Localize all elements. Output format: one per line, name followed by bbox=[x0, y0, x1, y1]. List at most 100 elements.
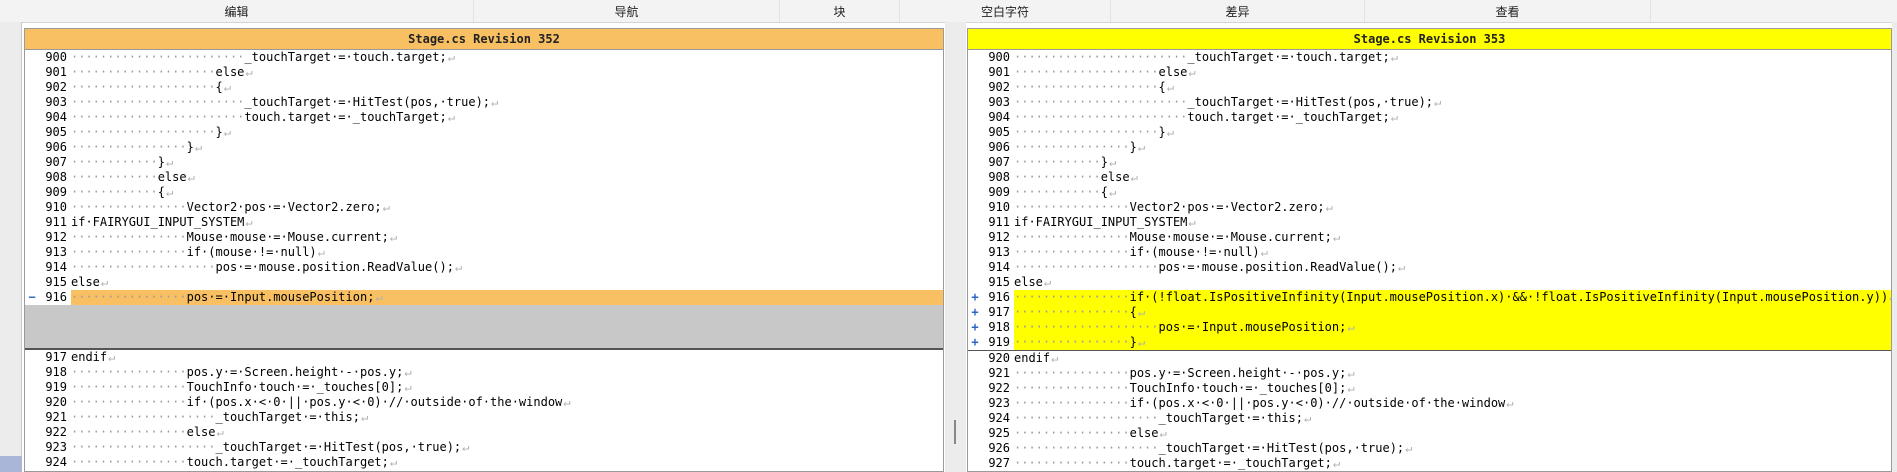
menu-navigate[interactable]: 导航 bbox=[474, 0, 780, 22]
right-code-lines[interactable]: 900 ························_touchTarget·… bbox=[968, 50, 1891, 471]
code-line[interactable]: 911 if·FAIRYGUI_INPUT_SYSTEM↵ bbox=[968, 215, 1891, 230]
pane-splitter[interactable] bbox=[945, 22, 966, 472]
right-pane-title: Stage.cs Revision 353 bbox=[968, 29, 1891, 50]
code-text: touch.target·=·_touchTarget; bbox=[244, 110, 447, 124]
code-line[interactable]: 914 ····················pos·=·mouse.posit… bbox=[25, 260, 943, 275]
added-line[interactable]: +917 ················{↵ bbox=[968, 305, 1891, 320]
line-gutter: 922 bbox=[968, 381, 1012, 396]
code-line[interactable]: 909 ············{↵ bbox=[25, 185, 943, 200]
code-line[interactable]: 910 ················Vector2·pos·=·Vector2… bbox=[25, 200, 943, 215]
code-line[interactable]: 906 ················}↵ bbox=[968, 140, 1891, 155]
line-end-icon: ↵ bbox=[1137, 305, 1146, 319]
code-line[interactable]: 913 ················if·(mouse·!=·null)↵ bbox=[25, 245, 943, 260]
code-line[interactable]: 912 ················Mouse·mouse·=·Mouse.c… bbox=[968, 230, 1891, 245]
indent-whitespace: ···················· bbox=[71, 125, 216, 139]
code-line[interactable]: 903 ························_touchTarget·… bbox=[968, 95, 1891, 110]
code-line[interactable]: 912 ················Mouse·mouse·=·Mouse.c… bbox=[25, 230, 943, 245]
menu-edit[interactable]: 编辑 bbox=[0, 0, 474, 22]
line-end-icon: ↵ bbox=[187, 170, 195, 184]
code-text: { bbox=[1129, 305, 1137, 319]
added-line[interactable]: +916 ················if·(!float.IsPositiv… bbox=[968, 290, 1891, 305]
line-number: 917 bbox=[988, 305, 1010, 319]
line-code: ····················else↵ bbox=[71, 65, 943, 80]
line-gutter: 901 bbox=[25, 65, 69, 80]
code-line[interactable]: 910 ················Vector2·pos·=·Vector2… bbox=[968, 200, 1891, 215]
code-line[interactable]: 926 ····················_touchTarget·=·Hi… bbox=[968, 441, 1891, 456]
code-line[interactable]: 907 ············}↵ bbox=[25, 155, 943, 170]
splitter-grip[interactable] bbox=[954, 420, 956, 444]
code-line[interactable]: 922 ················else↵ bbox=[25, 425, 943, 440]
code-line[interactable]: 904 ························touch.target·… bbox=[968, 110, 1891, 125]
line-number: 922 bbox=[988, 381, 1010, 395]
code-line[interactable]: 904 ························touch.target·… bbox=[25, 110, 943, 125]
menu-block[interactable]: 块 bbox=[780, 0, 900, 22]
location-marker[interactable] bbox=[0, 456, 22, 472]
code-line[interactable]: 921 ················pos.y·=·Screen.height… bbox=[968, 366, 1891, 381]
right-scrollbar[interactable] bbox=[1892, 22, 1897, 472]
code-line[interactable]: 902 ····················{↵ bbox=[968, 80, 1891, 95]
code-line[interactable]: 913 ················if·(mouse·!=·null)↵ bbox=[968, 245, 1891, 260]
code-line[interactable]: 921 ····················_touchTarget·=·th… bbox=[25, 410, 943, 425]
code-line[interactable]: 907 ············}↵ bbox=[968, 155, 1891, 170]
indent-whitespace: ················ bbox=[1014, 305, 1130, 319]
code-line[interactable]: 915 else↵ bbox=[25, 275, 943, 290]
code-line[interactable]: 927 ················touch.target·=·_touch… bbox=[968, 456, 1891, 471]
code-line[interactable]: 903 ························_touchTarget·… bbox=[25, 95, 943, 110]
code-line[interactable]: 914 ····················pos·=·mouse.posit… bbox=[968, 260, 1891, 275]
line-code: ············}↵ bbox=[1014, 155, 1891, 170]
code-line[interactable]: 919 ················TouchInfo·touch·=·_to… bbox=[25, 380, 943, 395]
line-code: ························_touchTarget·=·t… bbox=[1014, 50, 1891, 65]
code-line[interactable]: 925 ················else↵ bbox=[968, 426, 1891, 441]
code-line[interactable]: 902 ····················{↵ bbox=[25, 80, 943, 95]
code-line[interactable]: 924 ················touch.target·=·_touch… bbox=[25, 455, 943, 470]
code-line[interactable]: 917 endif↵ bbox=[25, 350, 943, 365]
line-number: 909 bbox=[45, 185, 67, 199]
indent-whitespace: ···················· bbox=[71, 440, 216, 454]
line-gutter: 909 bbox=[25, 185, 69, 200]
line-code: if·FAIRYGUI_INPUT_SYSTEM↵ bbox=[71, 215, 943, 230]
line-number: 910 bbox=[45, 200, 67, 214]
line-number: 901 bbox=[45, 65, 67, 79]
menu-view[interactable]: 查看 bbox=[1365, 0, 1651, 22]
line-end-icon: ↵ bbox=[382, 200, 390, 214]
code-line[interactable]: 920 ················if·(pos.x·<·0·||·pos.… bbox=[25, 395, 943, 410]
code-line[interactable]: 911 if·FAIRYGUI_INPUT_SYSTEM↵ bbox=[25, 215, 943, 230]
code-line[interactable]: 900 ························_touchTarget·… bbox=[968, 50, 1891, 65]
left-diff-pane[interactable]: Stage.cs Revision 352 900 ···············… bbox=[24, 28, 944, 472]
code-line[interactable]: 905 ····················}↵ bbox=[968, 125, 1891, 140]
code-line[interactable]: 908 ············else↵ bbox=[968, 170, 1891, 185]
code-line[interactable]: 900 ························_touchTarget·… bbox=[25, 50, 943, 65]
line-number: 916 bbox=[45, 290, 67, 304]
right-diff-pane[interactable]: Stage.cs Revision 353 900 ···············… bbox=[967, 28, 1892, 472]
line-number: 909 bbox=[988, 185, 1010, 199]
line-code: ····················pos·=·mouse.position… bbox=[71, 260, 943, 275]
left-code-lines[interactable]: 900 ························_touchTarget·… bbox=[25, 50, 943, 470]
line-code: ················TouchInfo·touch·=·_touch… bbox=[1014, 381, 1891, 396]
line-end-icon: ↵ bbox=[1166, 80, 1174, 94]
code-line[interactable]: 906 ················}↵ bbox=[25, 140, 943, 155]
code-line[interactable]: 909 ············{↵ bbox=[968, 185, 1891, 200]
code-line[interactable]: 905 ····················}↵ bbox=[25, 125, 943, 140]
code-text: } bbox=[215, 125, 223, 139]
indent-whitespace: ················ bbox=[71, 425, 187, 439]
removed-line[interactable]: −916 ················pos·=·Input.mousePos… bbox=[25, 290, 943, 305]
line-gutter: 906 bbox=[25, 140, 69, 155]
code-line[interactable]: 901 ····················else↵ bbox=[25, 65, 943, 80]
menu-diff[interactable]: 差异 bbox=[1111, 0, 1365, 22]
added-line[interactable]: +918 ····················pos·=·Input.mous… bbox=[968, 320, 1891, 335]
menu-whitespace[interactable]: 空白字符 bbox=[900, 0, 1111, 22]
code-line[interactable]: 924 ····················_touchTarget·=·th… bbox=[968, 411, 1891, 426]
code-line[interactable]: 922 ················TouchInfo·touch·=·_to… bbox=[968, 381, 1891, 396]
code-line[interactable]: 918 ················pos.y·=·Screen.height… bbox=[25, 365, 943, 380]
code-line[interactable]: 920 endif↵ bbox=[968, 351, 1891, 366]
code-line[interactable]: 908 ············else↵ bbox=[25, 170, 943, 185]
line-number: 912 bbox=[45, 230, 67, 244]
code-line[interactable]: 923 ················if·(pos.x·<·0·||·pos.… bbox=[968, 396, 1891, 411]
added-line[interactable]: +919 ················}↵ bbox=[968, 335, 1891, 351]
line-end-icon: ↵ bbox=[1304, 411, 1312, 425]
diff-filler-block bbox=[25, 305, 943, 350]
code-line[interactable]: 923 ····················_touchTarget·=·Hi… bbox=[25, 440, 943, 455]
code-line[interactable]: 901 ····················else↵ bbox=[968, 65, 1891, 80]
code-line[interactable]: 915 else↵ bbox=[968, 275, 1891, 290]
indent-whitespace: ················ bbox=[1014, 396, 1130, 410]
